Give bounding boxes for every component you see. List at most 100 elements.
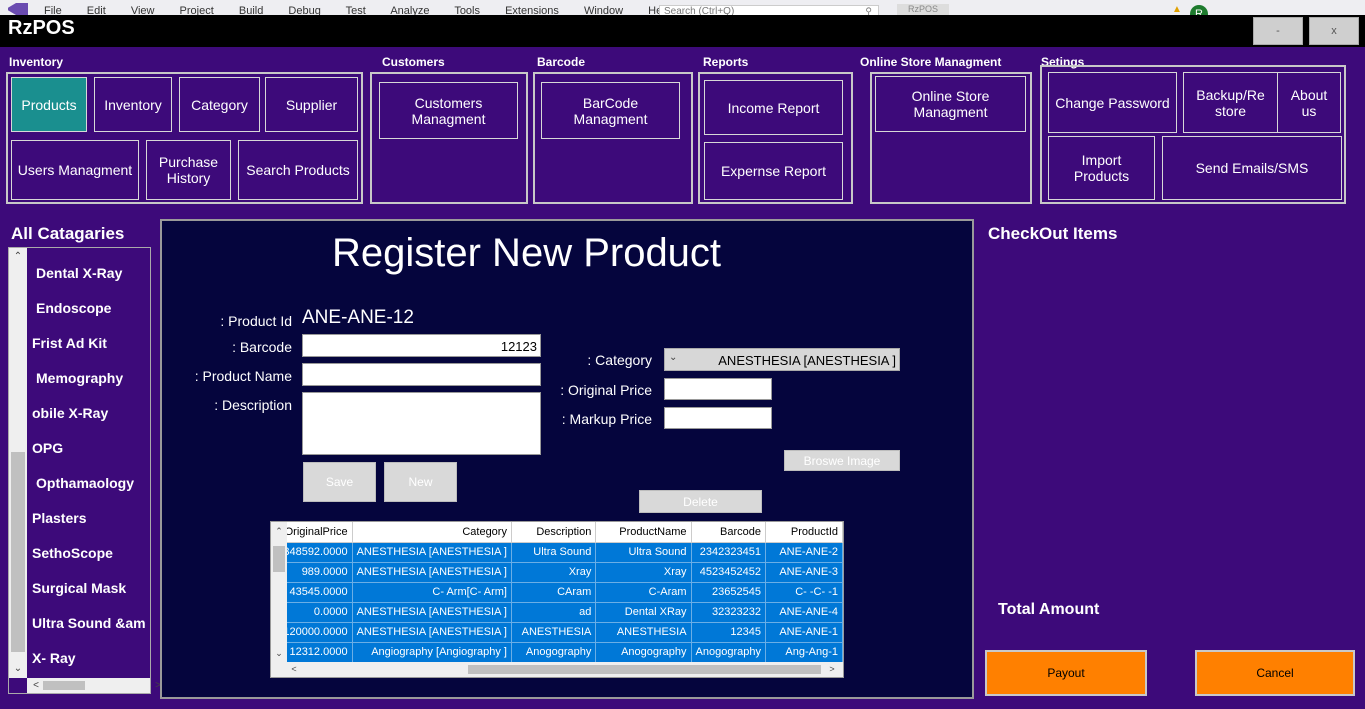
category-item[interactable]: OPG bbox=[32, 440, 63, 456]
grid-horizontal-scrollbar[interactable]: < > bbox=[271, 662, 843, 677]
products-button[interactable]: Products bbox=[11, 77, 87, 132]
customers-management-button[interactable]: Customers Managment bbox=[379, 82, 518, 139]
app-title-bar: RzPOS - x bbox=[0, 15, 1365, 47]
table-row[interactable]: 348592.0000 ANESTHESIA [ANESTHESIA ] Ult… bbox=[271, 542, 843, 563]
category-item[interactable]: Surgical Mask bbox=[32, 580, 126, 596]
barcode-field[interactable]: 12123 bbox=[302, 334, 541, 357]
cell-product-name: Anogography bbox=[595, 642, 692, 663]
delete-button[interactable]: Delete bbox=[639, 490, 762, 513]
new-button[interactable]: New bbox=[384, 462, 457, 502]
purchase-history-button[interactable]: Purchase History bbox=[146, 140, 231, 200]
ide-menu-build[interactable]: Build bbox=[239, 5, 263, 15]
import-products-button[interactable]: Import Products bbox=[1048, 136, 1155, 200]
scroll-thumb[interactable] bbox=[273, 546, 285, 572]
app-title: RzPOS bbox=[8, 17, 75, 39]
category-item[interactable]: X- Ray bbox=[32, 650, 76, 666]
description-field[interactable] bbox=[302, 392, 541, 455]
category-item[interactable]: Frist Ad Kit bbox=[32, 335, 107, 351]
scroll-thumb[interactable] bbox=[11, 452, 25, 652]
column-header-product-id[interactable]: ProductId bbox=[765, 522, 843, 543]
cell-description: ad bbox=[511, 602, 597, 623]
categories-vertical-scrollbar[interactable]: ⌃ ⌄ bbox=[9, 248, 27, 678]
scroll-thumb[interactable] bbox=[43, 681, 85, 690]
scroll-down-icon[interactable]: ⌄ bbox=[272, 646, 286, 660]
category-select[interactable]: ⌄ ANESTHESIA [ANESTHESIA ] bbox=[664, 348, 900, 371]
product-name-field[interactable] bbox=[302, 363, 541, 386]
category-item[interactable]: SethoScope bbox=[32, 545, 113, 561]
online-store-management-button[interactable]: Online Store Managment bbox=[875, 76, 1026, 132]
markup-price-field[interactable] bbox=[664, 407, 772, 429]
table-row[interactable]: 120000.0000 ANESTHESIA [ANESTHESIA ] ANE… bbox=[271, 622, 843, 643]
payout-button[interactable]: Payout bbox=[985, 650, 1147, 696]
grid-vertical-scrollbar[interactable]: ⌃ ⌄ bbox=[271, 522, 287, 662]
notification-icon[interactable]: ▲ bbox=[1172, 4, 1182, 15]
ide-menu-debug[interactable]: Debug bbox=[288, 5, 320, 15]
scroll-right-icon[interactable]: > bbox=[825, 662, 839, 676]
column-header-barcode[interactable]: Barcode bbox=[691, 522, 766, 543]
scroll-up-icon[interactable]: ⌃ bbox=[272, 524, 286, 538]
browse-image-button[interactable]: Broswe Image bbox=[784, 450, 900, 471]
users-management-button[interactable]: Users Managment bbox=[11, 140, 139, 200]
close-button[interactable]: x bbox=[1309, 17, 1359, 45]
ide-menu-edit[interactable]: Edit bbox=[87, 5, 106, 15]
barcode-label: : Barcode bbox=[232, 339, 292, 355]
category-item[interactable]: Plasters bbox=[32, 510, 86, 526]
search-products-button[interactable]: Search Products bbox=[238, 140, 358, 200]
ide-project-name: RzPOS bbox=[897, 4, 949, 15]
table-row[interactable]: 0.0000 ANESTHESIA [ANESTHESIA ] ad Denta… bbox=[271, 602, 843, 623]
ide-menu-test[interactable]: Test bbox=[346, 5, 366, 15]
ide-menu-tools[interactable]: Tools bbox=[454, 5, 480, 15]
column-header-category[interactable]: Category bbox=[352, 522, 512, 543]
ide-menu-window[interactable]: Window bbox=[584, 5, 623, 15]
save-button[interactable]: Save bbox=[303, 462, 376, 502]
column-header-product-name[interactable]: ProductName bbox=[595, 522, 692, 543]
search-icon: ⚲ bbox=[865, 6, 872, 15]
about-us-button[interactable]: About us bbox=[1277, 72, 1341, 133]
scroll-thumb[interactable] bbox=[468, 665, 821, 674]
original-price-field[interactable] bbox=[664, 378, 772, 400]
barcode-management-button[interactable]: BarCode Managment bbox=[541, 82, 680, 139]
ide-menu-file[interactable]: File bbox=[44, 5, 62, 15]
cancel-button[interactable]: Cancel bbox=[1195, 650, 1355, 696]
ide-menu-strip: File Edit View Project Build Debug Test … bbox=[0, 0, 1365, 15]
category-item[interactable]: Dental X-Ray bbox=[36, 265, 122, 281]
cell-barcode: Anogography bbox=[691, 642, 766, 663]
table-row[interactable]: 989.0000 ANESTHESIA [ANESTHESIA ] Xray X… bbox=[271, 562, 843, 583]
column-header-description[interactable]: Description bbox=[511, 522, 597, 543]
backup-restore-button[interactable]: Backup/Re store bbox=[1183, 72, 1278, 133]
income-report-button[interactable]: Income Report bbox=[704, 80, 843, 135]
product-name-label: : Product Name bbox=[194, 368, 292, 384]
ide-menu-view[interactable]: View bbox=[131, 5, 155, 15]
scroll-left-icon[interactable]: < bbox=[29, 678, 43, 693]
cell-product-id: Ang-Ang-1 bbox=[765, 642, 843, 663]
categories-horizontal-scrollbar[interactable]: < > bbox=[27, 678, 161, 693]
reports-group-label: Reports bbox=[703, 55, 749, 69]
scroll-left-icon[interactable]: < bbox=[287, 662, 301, 676]
products-grid[interactable]: OriginalPrice Category Description Produ… bbox=[270, 521, 844, 678]
cell-category: ANESTHESIA [ANESTHESIA ] bbox=[352, 602, 512, 623]
scroll-up-icon[interactable]: ⌃ bbox=[9, 250, 27, 264]
ide-menu-analyze[interactable]: Analyze bbox=[390, 5, 429, 15]
table-row[interactable]: 43545.0000 C- Arm[C- Arm] CAram C-Aram 2… bbox=[271, 582, 843, 603]
cell-barcode: 12345 bbox=[691, 622, 766, 643]
ide-search-input[interactable]: Search (Ctrl+Q) ⚲ bbox=[659, 5, 879, 15]
supplier-button[interactable]: Supplier bbox=[265, 77, 358, 132]
inventory-button[interactable]: Inventory bbox=[94, 77, 172, 132]
category-item[interactable]: Opthamaology bbox=[36, 475, 134, 491]
products-table: OriginalPrice Category Description Produ… bbox=[271, 522, 843, 663]
change-password-button[interactable]: Change Password bbox=[1048, 72, 1177, 133]
send-emails-sms-button[interactable]: Send Emails/SMS bbox=[1162, 136, 1342, 200]
scroll-down-icon[interactable]: ⌄ bbox=[9, 662, 27, 676]
category-item[interactable]: Memography bbox=[36, 370, 123, 386]
expense-report-button[interactable]: Expernse Report bbox=[704, 142, 843, 200]
table-row[interactable]: 12312.0000 Angiography [Angiography ] An… bbox=[271, 642, 843, 663]
avatar[interactable]: R bbox=[1190, 5, 1208, 15]
category-item[interactable]: obile X-Ray bbox=[32, 405, 108, 421]
minimize-button[interactable]: - bbox=[1253, 17, 1303, 45]
ide-menu-extensions[interactable]: Extensions bbox=[505, 5, 559, 15]
ide-menu-project[interactable]: Project bbox=[180, 5, 214, 15]
category-item[interactable]: Endoscope bbox=[36, 300, 111, 316]
category-button[interactable]: Category bbox=[179, 77, 260, 132]
category-item[interactable]: Ultra Sound &am bbox=[32, 615, 146, 631]
cell-category: ANESTHESIA [ANESTHESIA ] bbox=[352, 622, 512, 643]
